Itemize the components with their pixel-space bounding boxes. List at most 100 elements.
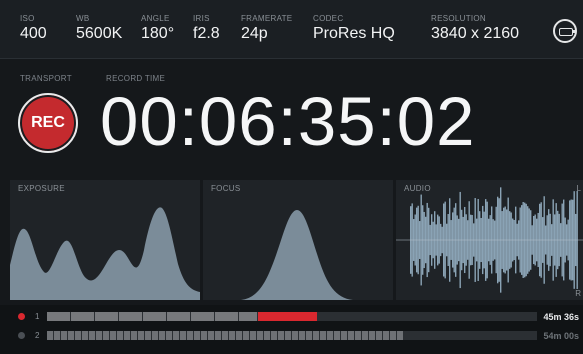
track-segment xyxy=(145,331,151,340)
track-segment xyxy=(103,331,109,340)
track-segment xyxy=(194,331,200,340)
track-segment xyxy=(243,331,249,340)
focus-graph xyxy=(241,210,353,300)
wb-value: 5600K xyxy=(76,25,123,42)
track-segment xyxy=(95,312,118,321)
codec-label: CODEC xyxy=(313,14,344,23)
iso-value: 400 xyxy=(20,25,47,42)
track-segment xyxy=(131,331,137,340)
settings-bar: ISO 400 WB 5600K ANGLE 180° IRIS f2.8 FR… xyxy=(0,0,583,59)
wb-label: WB xyxy=(76,14,90,23)
track-segment xyxy=(89,331,95,340)
camera-screen: ISO 400 WB 5600K ANGLE 180° IRIS f2.8 FR… xyxy=(0,0,583,354)
track-segment xyxy=(191,312,214,321)
iso-label: ISO xyxy=(20,14,35,23)
track-segment xyxy=(167,312,190,321)
track-segment xyxy=(313,331,319,340)
iris-value: f2.8 xyxy=(193,25,220,42)
track-segment xyxy=(239,312,257,321)
track-segment xyxy=(215,331,221,340)
track-segment xyxy=(180,331,186,340)
track-segment xyxy=(208,331,214,340)
track-segment xyxy=(117,331,123,340)
codec-value: ProRes HQ xyxy=(313,25,395,42)
track-segment xyxy=(152,331,158,340)
framerate-setting[interactable]: FRAMERATE 24p xyxy=(241,14,292,43)
track-segment xyxy=(173,331,179,340)
slot-1-track[interactable] xyxy=(47,312,537,321)
focus-peak-shape xyxy=(241,210,353,300)
angle-setting[interactable]: ANGLE 180° xyxy=(141,14,174,43)
framerate-value: 24p xyxy=(241,25,268,42)
track-segment xyxy=(341,331,347,340)
iris-label: IRIS xyxy=(193,14,210,23)
track-segment xyxy=(166,331,172,340)
slot-1-number: 1 xyxy=(35,312,40,321)
track-segment xyxy=(215,312,238,321)
angle-value: 180° xyxy=(141,25,175,42)
iris-setting[interactable]: IRIS f2.8 xyxy=(193,14,220,43)
transport-label: TRANSPORT xyxy=(20,74,72,83)
framerate-label: FRAMERATE xyxy=(241,14,293,23)
track-segment xyxy=(143,312,166,321)
wb-setting[interactable]: WB 5600K xyxy=(76,14,122,43)
recording-segment xyxy=(258,312,317,321)
track-segment xyxy=(299,331,305,340)
track-segment xyxy=(138,331,144,340)
angle-label: ANGLE xyxy=(141,14,170,23)
resolution-value: 3840 x 2160 xyxy=(431,25,520,42)
track-segment xyxy=(201,331,207,340)
track-segment xyxy=(236,331,242,340)
iso-setting[interactable]: ISO 400 xyxy=(20,14,47,43)
track-segment xyxy=(119,312,142,321)
exposure-panel: EXPOSURE xyxy=(10,180,200,300)
track-segment xyxy=(47,331,53,340)
codec-setting[interactable]: CODEC ProRes HQ xyxy=(313,14,395,43)
track-segment xyxy=(110,331,116,340)
track-segment xyxy=(334,331,340,340)
track-segment xyxy=(47,312,70,321)
track-segment xyxy=(320,331,326,340)
audio-panel: AUDIO L R xyxy=(396,180,583,300)
resolution-setting[interactable]: RESOLUTION 3840 x 2160 xyxy=(431,14,519,43)
slot-1-remaining: 45m 36s xyxy=(543,312,579,322)
media-status: 1 45m 36s 2 54m 00s xyxy=(0,305,583,354)
focus-panel: FOCUS xyxy=(203,180,393,300)
track-segment xyxy=(264,331,270,340)
track-segment xyxy=(397,331,403,340)
track-segment xyxy=(306,331,312,340)
exposure-histogram-shape xyxy=(10,207,200,300)
record-button[interactable]: REC xyxy=(18,93,78,153)
track-segment xyxy=(278,331,284,340)
track-segment xyxy=(250,331,256,340)
track-segment xyxy=(229,331,235,340)
resolution-label: RESOLUTION xyxy=(431,14,487,23)
track-segment xyxy=(222,331,228,340)
track-segment xyxy=(54,331,60,340)
track-segment xyxy=(82,331,88,340)
track-segment xyxy=(124,331,130,340)
track-segment xyxy=(390,331,396,340)
slot-2-status-dot xyxy=(18,332,25,339)
exposure-histogram xyxy=(10,207,200,300)
track-segment xyxy=(292,331,298,340)
track-segment xyxy=(348,331,354,340)
slot-2-number: 2 xyxy=(35,331,40,340)
track-segment xyxy=(383,331,389,340)
battery-icon[interactable] xyxy=(553,19,577,43)
track-segment xyxy=(257,331,263,340)
track-segment xyxy=(285,331,291,340)
record-timecode: 00:06:35:02 xyxy=(100,83,476,160)
track-segment xyxy=(362,331,368,340)
track-segment xyxy=(271,331,277,340)
slot-1-status-dot xyxy=(18,313,25,320)
track-segment xyxy=(71,312,94,321)
slot-2-track[interactable] xyxy=(47,331,537,340)
slot-2-remaining: 54m 00s xyxy=(543,331,579,341)
audio-waveform xyxy=(396,187,583,293)
track-segment xyxy=(61,331,67,340)
track-segment xyxy=(159,331,165,340)
track-segment xyxy=(187,331,193,340)
track-segment xyxy=(355,331,361,340)
track-segment xyxy=(68,331,74,340)
